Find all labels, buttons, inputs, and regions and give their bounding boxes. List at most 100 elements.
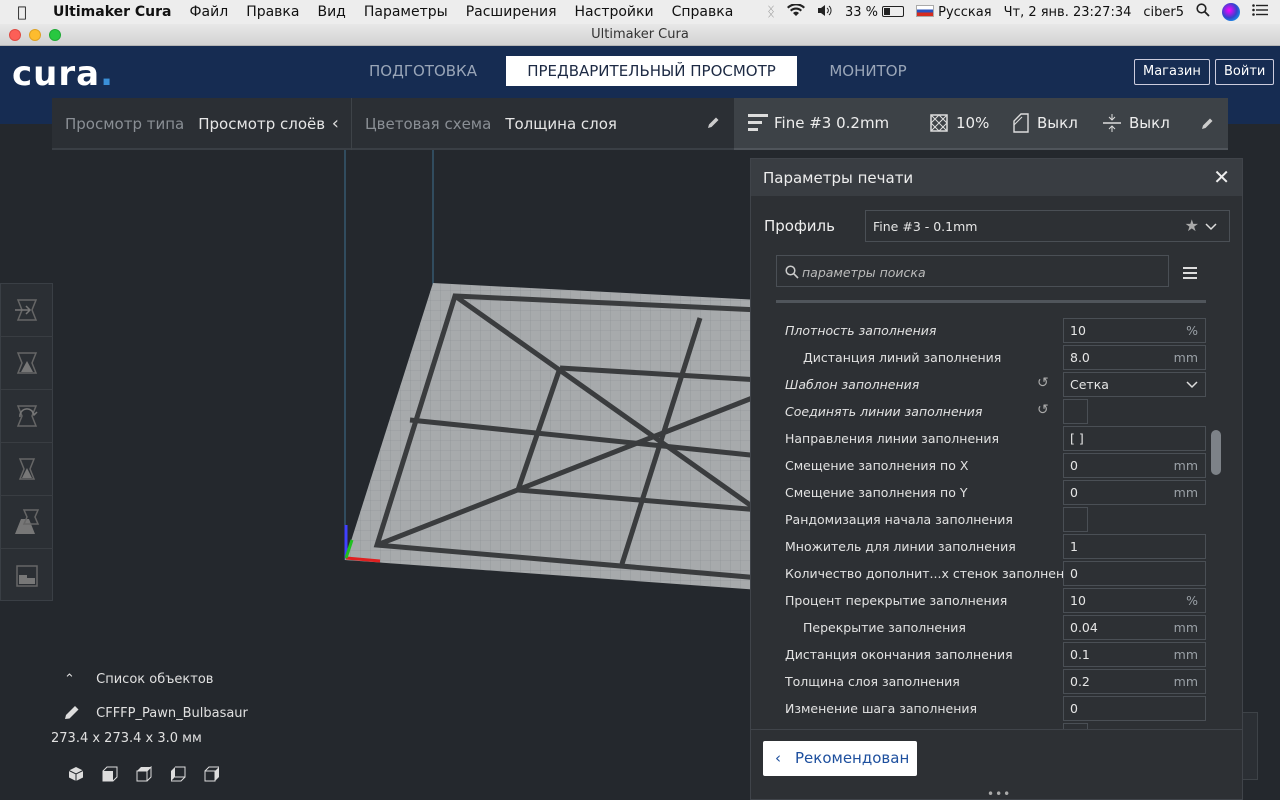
- setting-input[interactable]: 8.0 mm: [1063, 345, 1206, 370]
- siri-icon[interactable]: [1222, 3, 1240, 21]
- left-toolbar: [0, 283, 53, 601]
- object-list-item[interactable]: CFFFP_Pawn_Bulbasaur: [64, 704, 304, 721]
- setting-checkbox[interactable]: [1063, 507, 1088, 532]
- menu-help[interactable]: Справка: [663, 4, 743, 20]
- setting-input[interactable]: 0 mm: [1063, 453, 1206, 478]
- setting-checkbox[interactable]: [1063, 399, 1088, 424]
- setting-input[interactable]: 0.1 mm: [1063, 642, 1206, 667]
- tab-preview[interactable]: ПРЕДВАРИТЕЛЬНЫЙ ПРОСМОТР: [506, 56, 797, 86]
- setting-input[interactable]: [ ]: [1063, 426, 1206, 451]
- setting-input[interactable]: 0.04 mm: [1063, 615, 1206, 640]
- search-placeholder: параметры поиска: [802, 265, 926, 280]
- profile-dropdown-value: Fine #3 - 0.1mm: [873, 219, 978, 234]
- menu-view[interactable]: Вид: [308, 4, 354, 20]
- color-scheme-selector[interactable]: Цветовая схема Толщина слоя: [352, 98, 734, 150]
- setting-unit: mm: [1173, 485, 1198, 500]
- setting-label: Плотность заполнения: [785, 323, 937, 338]
- support-value: Выкл: [1037, 114, 1078, 132]
- spotlight-search-icon[interactable]: [1196, 3, 1210, 21]
- user-name[interactable]: ciber5: [1143, 5, 1184, 20]
- rotate-tool-button[interactable]: [1, 390, 53, 443]
- setting-value: 0: [1070, 566, 1078, 581]
- window-titlebar: Ultimaker Cura: [0, 24, 1280, 46]
- edit-pencil-icon[interactable]: [707, 115, 720, 133]
- setting-unit: mm: [1173, 620, 1198, 635]
- tab-prepare[interactable]: ПОДГОТОВКА: [354, 56, 492, 86]
- setting-input[interactable]: 0.2 mm: [1063, 669, 1206, 694]
- front-view-icon[interactable]: [102, 766, 118, 782]
- support-icon: [1012, 113, 1030, 137]
- move-tool-button[interactable]: [1, 284, 53, 337]
- right-view-icon[interactable]: [204, 766, 220, 782]
- star-icon[interactable]: ★: [1185, 216, 1199, 235]
- setting-row: Перекрытие заполнения 0.04 mm: [785, 614, 1206, 641]
- macos-menubar:  Ultimaker Cura Файл Правка Вид Парамет…: [0, 0, 1280, 24]
- setting-row: Изменение шага заполнения 0: [785, 695, 1206, 722]
- view-type-selector[interactable]: Просмотр типа Просмотр слоёв ‹: [52, 98, 352, 150]
- volume-icon[interactable]: [817, 4, 833, 21]
- setting-dropdown[interactable]: Сетка: [1063, 372, 1206, 397]
- setting-value: 0.04: [1070, 620, 1098, 635]
- setting-label: Смещение заполнения по Y: [785, 485, 968, 500]
- zoom-window-button[interactable]: [49, 29, 61, 41]
- menu-extensions[interactable]: Расширения: [457, 4, 566, 20]
- setting-input[interactable]: 1: [1063, 534, 1206, 559]
- setting-row: Шаблон заполнения ↺ Сетка: [785, 371, 1206, 398]
- infill-icon: [930, 114, 948, 136]
- setting-input[interactable]: 10%: [1063, 588, 1206, 613]
- setting-input[interactable]: 0: [1063, 561, 1206, 586]
- mirror-tool-button[interactable]: [1, 443, 53, 496]
- setting-value: [ ]: [1070, 431, 1084, 446]
- menu-edit[interactable]: Правка: [237, 4, 308, 20]
- menu-parameters[interactable]: Параметры: [355, 4, 457, 20]
- reset-icon[interactable]: ↺: [1037, 375, 1049, 391]
- settings-menu-icon[interactable]: [1183, 264, 1197, 283]
- view-type-label: Просмотр типа: [65, 115, 185, 133]
- setting-label: Множитель для линии заполнения: [785, 539, 1016, 554]
- marketplace-button[interactable]: Магазин: [1134, 59, 1210, 85]
- close-window-button[interactable]: [9, 29, 21, 41]
- top-view-icon[interactable]: [136, 766, 152, 782]
- clock[interactable]: Чт, 2 янв. 23:27:34: [1004, 5, 1132, 20]
- per-model-settings-button[interactable]: [1, 496, 53, 549]
- menu-app-name[interactable]: Ultimaker Cura: [44, 4, 181, 20]
- settings-list: Плотность заполнения 10% Дистанция линий з…: [751, 303, 1241, 730]
- setting-input[interactable]: 10%: [1063, 318, 1206, 343]
- sign-in-button[interactable]: Войти: [1215, 59, 1275, 85]
- wifi-icon[interactable]: [786, 2, 805, 21]
- settings-search-input[interactable]: параметры поиска: [776, 255, 1169, 287]
- settings-scrollbar[interactable]: [1211, 430, 1221, 475]
- 3d-view-icon[interactable]: [68, 766, 84, 782]
- reset-icon[interactable]: ↺: [1037, 402, 1049, 418]
- bluetooth-icon[interactable]: ᛝ: [767, 5, 775, 20]
- close-icon[interactable]: ✕: [1213, 165, 1230, 189]
- input-source[interactable]: Русская: [916, 4, 992, 20]
- collapse-arrow-icon[interactable]: ‹: [332, 113, 339, 134]
- profile-label: Профиль: [764, 217, 835, 235]
- minimize-window-button[interactable]: [29, 29, 41, 41]
- apple-menu-icon[interactable]: : [0, 3, 44, 21]
- object-list-toggle[interactable]: ⌃ Список объектов: [64, 672, 213, 687]
- setting-label: Шаблон заполнения: [785, 377, 920, 392]
- setting-input[interactable]: 0: [1063, 696, 1206, 721]
- tab-monitor[interactable]: МОНИТОР: [812, 56, 924, 86]
- support-blocker-button[interactable]: [1, 549, 53, 602]
- setting-label: Количество дополнит...х стенок заполнени…: [785, 566, 1080, 581]
- setting-row: Дистанция линий заполнения 8.0 mm: [785, 344, 1206, 371]
- print-setup-bar[interactable]: Fine #3 0.2mm 10% Выкл Выкл: [734, 98, 1228, 150]
- setting-input[interactable]: 0 mm: [1063, 480, 1206, 505]
- recommended-button[interactable]: ‹ Рекомендован: [763, 741, 917, 776]
- menu-settings[interactable]: Настройки: [566, 4, 663, 20]
- profile-dropdown[interactable]: Fine #3 - 0.1mm ★: [865, 210, 1230, 242]
- battery-status[interactable]: 33 %: [845, 5, 905, 20]
- cura-logo: cura.: [12, 54, 114, 94]
- search-icon: [785, 265, 799, 279]
- view-type-value: Просмотр слоёв: [198, 115, 326, 133]
- edit-pencil-icon: [65, 706, 79, 719]
- edit-print-setup-icon[interactable]: [1201, 116, 1214, 134]
- menu-file[interactable]: Файл: [181, 4, 238, 20]
- left-view-icon[interactable]: [170, 766, 186, 782]
- panel-resize-handle[interactable]: •••: [987, 787, 1011, 800]
- notification-center-icon[interactable]: [1252, 4, 1268, 20]
- scale-tool-button[interactable]: [1, 337, 53, 390]
